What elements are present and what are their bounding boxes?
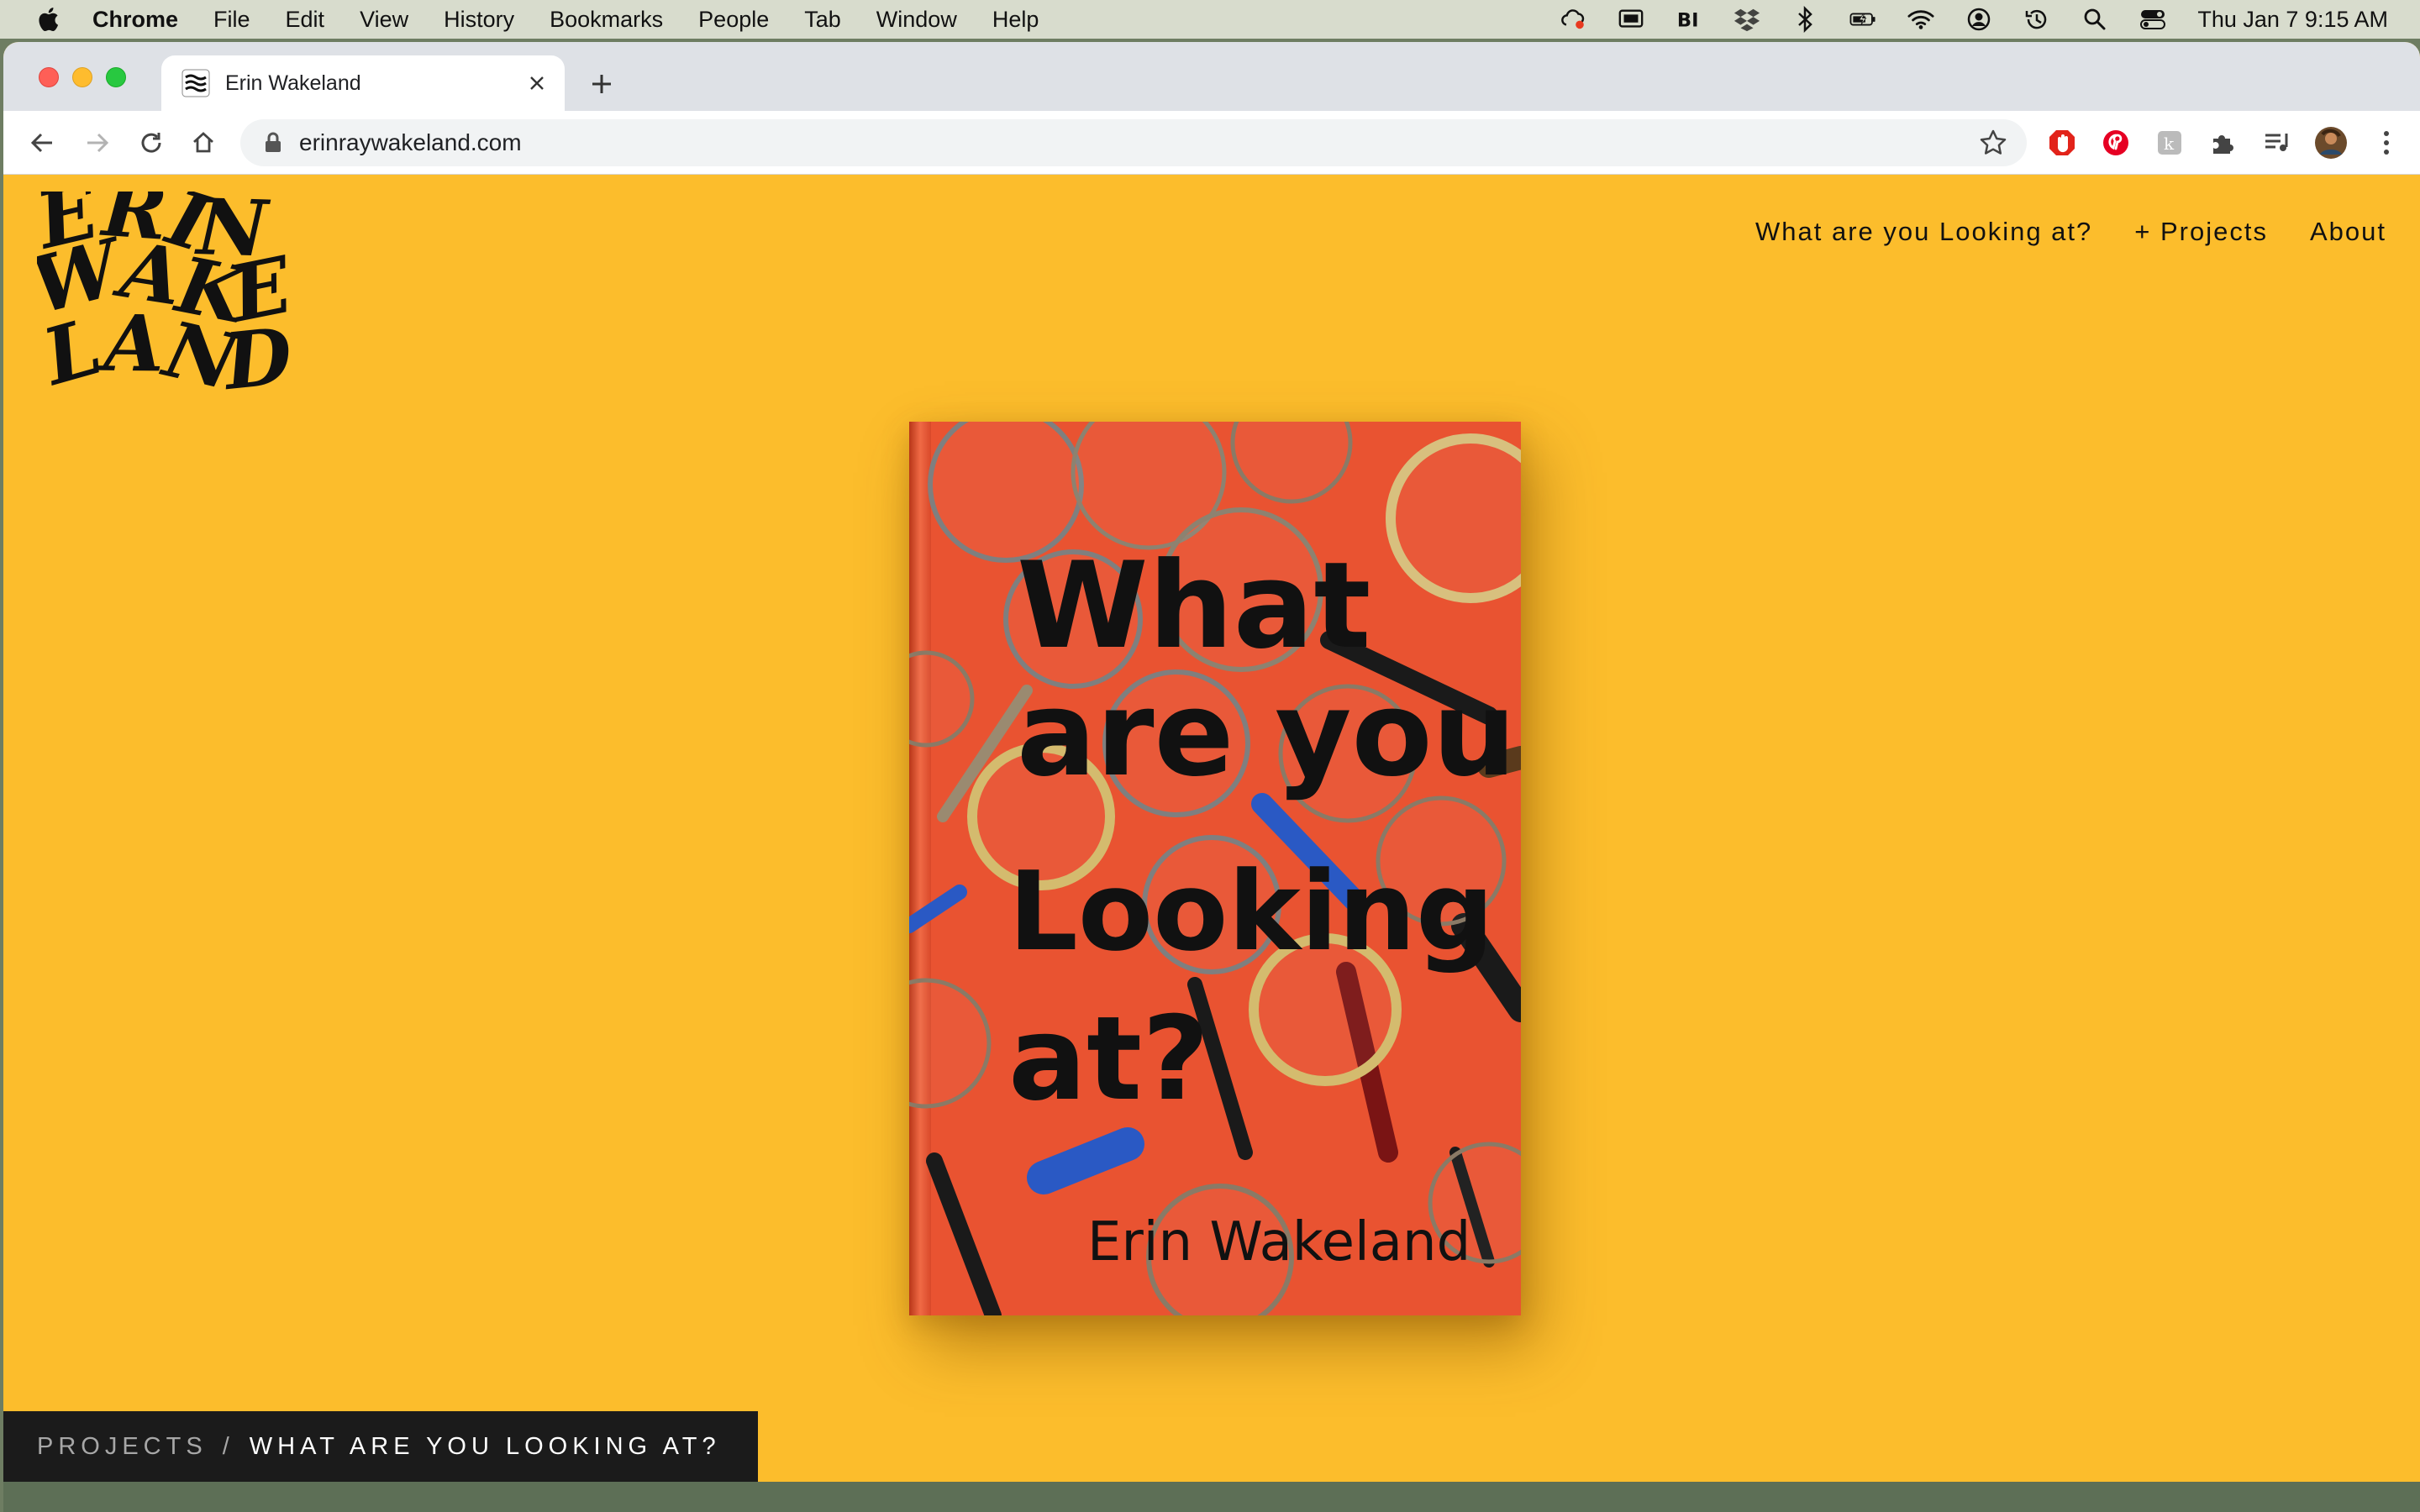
menu-window[interactable]: Window (876, 7, 957, 33)
address-bar[interactable]: erinraywakeland.com (240, 119, 2027, 166)
book-author: Erin Wakeland (1087, 1211, 1470, 1273)
new-tab-plus-icon[interactable] (585, 67, 618, 101)
browser-tab-active[interactable]: Erin Wakeland (161, 55, 565, 111)
bartender-icon[interactable]: BI (1676, 6, 1702, 33)
media-controls-icon[interactable] (2260, 126, 2294, 160)
menu-help[interactable]: Help (992, 7, 1039, 33)
nav-about[interactable]: About (2310, 217, 2386, 247)
spotlight-search-icon[interactable] (2081, 6, 2108, 33)
browser-window: Erin Wakeland erinraywakeland.com k RIN … (3, 42, 2420, 1512)
creative-cloud-icon[interactable] (1560, 6, 1586, 33)
tab-strip: Erin Wakeland (3, 42, 2420, 111)
pinterest-extension-icon[interactable] (2099, 126, 2133, 160)
svg-text:k: k (2164, 134, 2175, 154)
site-navigation: What are you Looking at? + Projects Abou… (1755, 217, 2386, 247)
battery-icon[interactable] (1849, 6, 1876, 33)
breadcrumb-current-page: WHAT ARE YOU LOOKING AT? (249, 1432, 721, 1460)
control-center-icon[interactable] (2139, 6, 2166, 33)
dropbox-icon[interactable] (1733, 6, 1760, 33)
url-text[interactable]: erinraywakeland.com (299, 129, 1978, 156)
site-favicon-icon (182, 69, 210, 97)
close-window-button[interactable] (39, 67, 59, 87)
home-icon[interactable] (187, 126, 220, 160)
zoom-window-button[interactable] (106, 67, 126, 87)
svg-text:BI: BI (1677, 9, 1699, 31)
macos-menu-bar: Chrome File Edit View History Bookmarks … (0, 0, 2420, 39)
profile-avatar[interactable] (2314, 126, 2348, 160)
forward-arrow-icon[interactable] (81, 126, 114, 160)
wifi-icon[interactable] (1907, 6, 1934, 33)
menubar-clock[interactable]: Thu Jan 7 9:15 AM (2197, 7, 2388, 33)
status-icons: BI Thu Jan 7 9:15 AM (1560, 0, 2420, 39)
erin-wakeland-logo[interactable]: ERIN WAKE LAND (37, 192, 323, 402)
book-cover-art: What are you Looking at? Erin Wakeland (909, 422, 1521, 1315)
menu-bookmarks[interactable]: Bookmarks (550, 7, 663, 33)
breadcrumb: PROJECTS / WHAT ARE YOU LOOKING AT? (3, 1411, 758, 1482)
book-cover-image: What are you Looking at? Erin Wakeland (909, 422, 1521, 1315)
nav-what-are-you-looking-at[interactable]: What are you Looking at? (1755, 217, 2092, 247)
chrome-menu-kebab-icon[interactable] (2370, 126, 2403, 160)
minimize-window-button[interactable] (72, 67, 92, 87)
nav-projects[interactable]: + Projects (2134, 217, 2268, 247)
web-page: ERIN WAKE LAND What are you Looking at? … (3, 175, 2420, 1512)
apple-menu-icon[interactable] (37, 7, 59, 32)
book-title-line-3: Looking (1008, 848, 1494, 975)
desktop-wallpaper-strip (3, 1482, 2420, 1512)
user-account-icon[interactable] (1965, 6, 1992, 33)
extensions-puzzle-icon[interactable] (2207, 126, 2240, 160)
reload-icon[interactable] (134, 126, 168, 160)
gray-extension-icon[interactable]: k (2153, 126, 2186, 160)
tab-title: Erin Wakeland (225, 71, 361, 95)
menu-people[interactable]: People (698, 7, 769, 33)
menu-view[interactable]: View (360, 7, 408, 33)
screen-mirror-icon[interactable] (1618, 6, 1644, 33)
breadcrumb-projects-link[interactable]: PROJECTS (37, 1433, 208, 1461)
bluetooth-icon[interactable] (1791, 6, 1818, 33)
menu-history[interactable]: History (444, 7, 514, 33)
menu-app-name[interactable]: Chrome (92, 7, 178, 33)
time-machine-icon[interactable] (2023, 6, 2050, 33)
tab-close-icon[interactable] (524, 71, 550, 96)
book-title-line-2: are you (1017, 666, 1516, 803)
menu-file[interactable]: File (213, 7, 250, 33)
browser-toolbar: erinraywakeland.com k (3, 111, 2420, 175)
book-title-line-4: at? (1008, 991, 1209, 1126)
book-title-line-1: What (1017, 537, 1370, 675)
lock-icon[interactable] (264, 132, 282, 154)
adblock-extension-icon[interactable] (2045, 126, 2079, 160)
back-arrow-icon[interactable] (25, 126, 59, 160)
bookmark-star-icon[interactable] (1978, 128, 2008, 158)
breadcrumb-separator: / (222, 1432, 234, 1460)
menu-edit[interactable]: Edit (286, 7, 325, 33)
menu-tab[interactable]: Tab (804, 7, 841, 33)
